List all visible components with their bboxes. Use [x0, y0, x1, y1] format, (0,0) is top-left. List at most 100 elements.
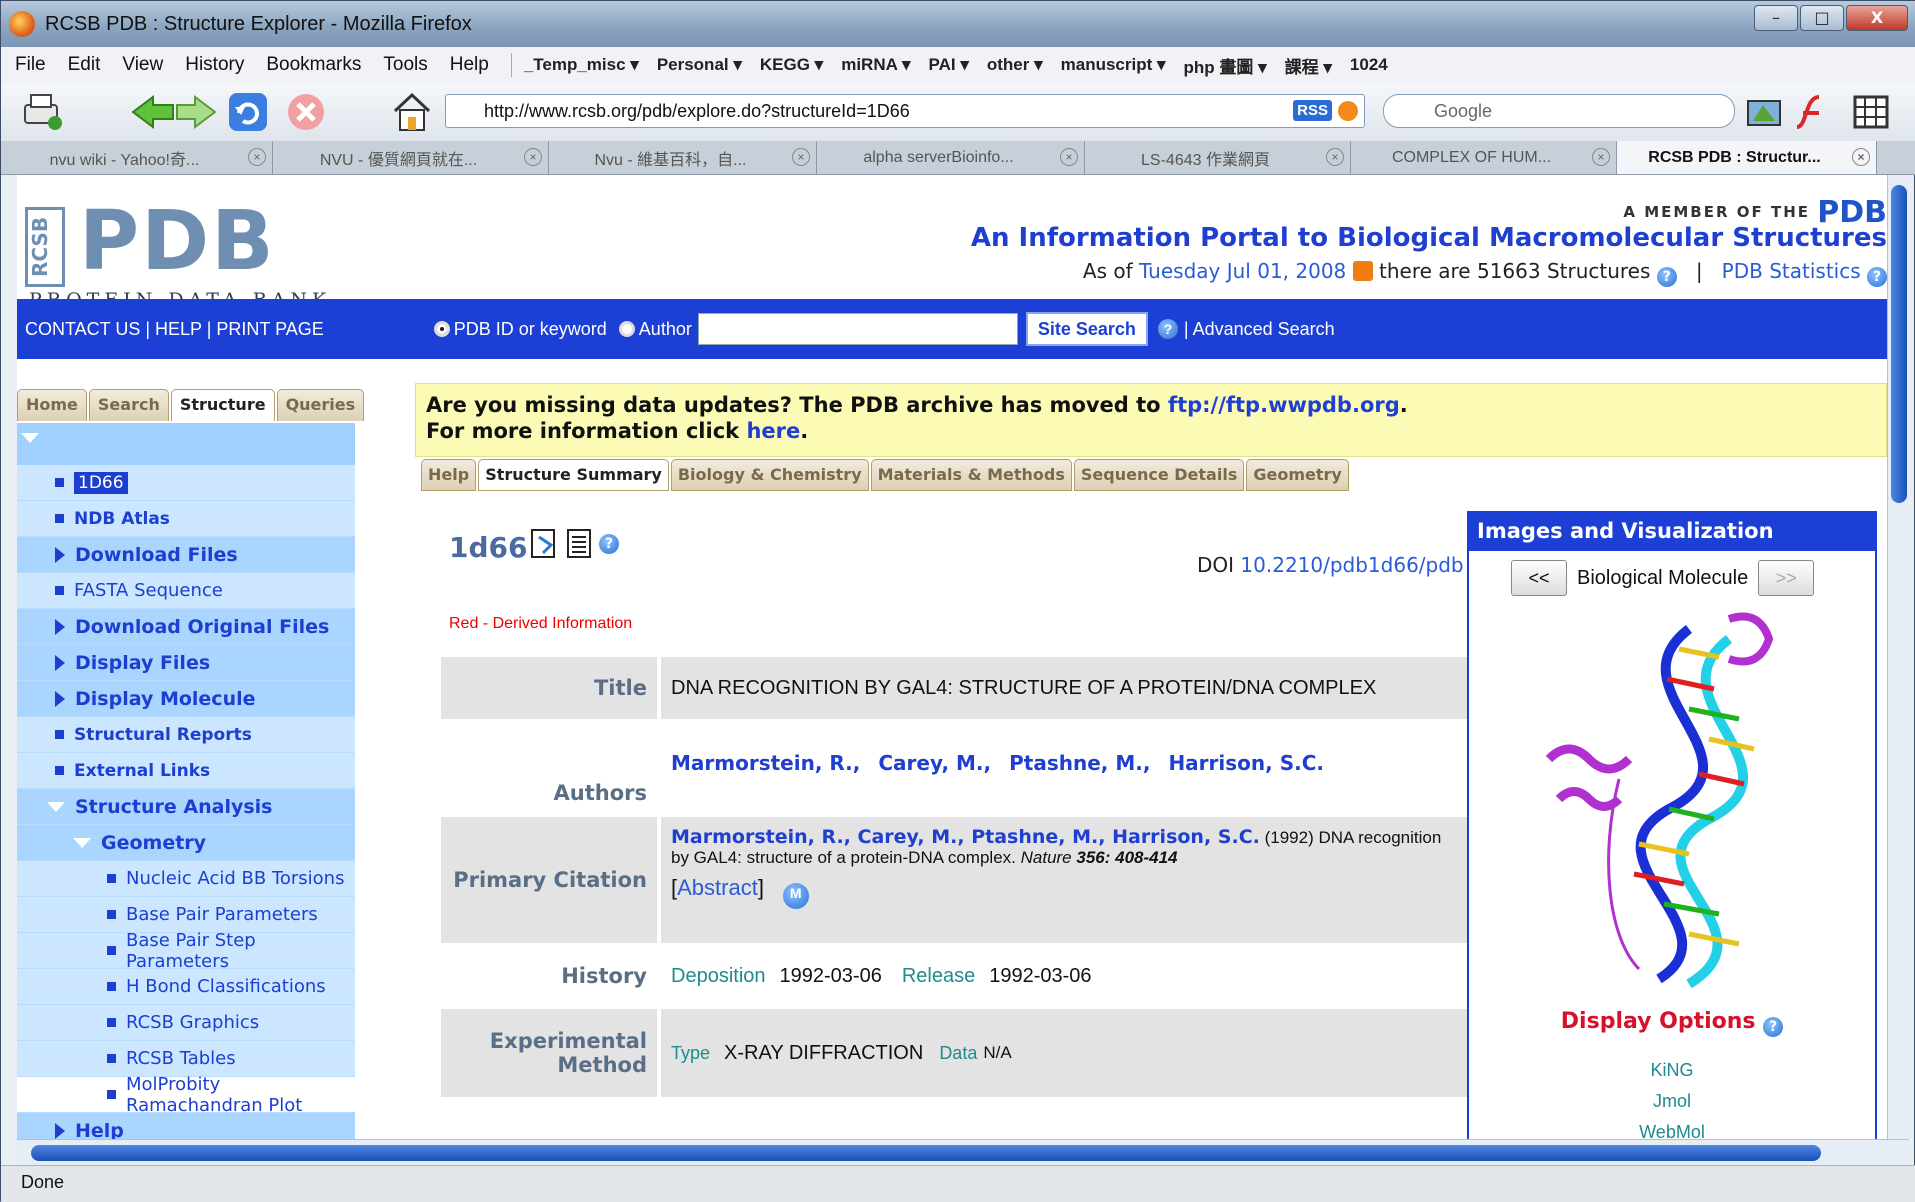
- tab-structure-summary[interactable]: Structure Summary: [478, 459, 669, 491]
- author-link[interactable]: Ptashne, M.,: [1009, 751, 1150, 775]
- scroll-thumb[interactable]: [1891, 185, 1907, 503]
- reload-icon[interactable]: [227, 91, 269, 133]
- nav-item-ndb-atlas[interactable]: NDB Atlas: [17, 501, 355, 537]
- tab-geometry[interactable]: Geometry: [1246, 459, 1349, 491]
- author-link[interactable]: Harrison, S.C.: [1168, 751, 1324, 775]
- abstract-link[interactable]: Abstract: [677, 875, 758, 900]
- menu-file[interactable]: File: [15, 54, 46, 76]
- close-tab-icon[interactable]: ×: [1326, 148, 1344, 166]
- tab-materials-methods[interactable]: Materials & Methods: [870, 459, 1072, 491]
- menu-tools[interactable]: Tools: [383, 54, 427, 76]
- nav-item-id[interactable]: 1D66: [17, 465, 355, 501]
- panel-header[interactable]: [17, 433, 355, 465]
- author-link[interactable]: Marmorstein, R.,: [671, 751, 860, 775]
- nav-item-h-bond-classifications[interactable]: H Bond Classifications: [17, 969, 355, 1005]
- pdb-statistics-link[interactable]: PDB Statistics: [1722, 259, 1861, 283]
- maximize-button[interactable]: □: [1800, 5, 1844, 31]
- bookmark-courses[interactable]: 課程 ▾: [1285, 53, 1332, 78]
- help-icon[interactable]: ?: [1157, 319, 1178, 339]
- tab-queries[interactable]: Queries: [276, 389, 365, 421]
- radio-icon[interactable]: [618, 320, 635, 337]
- date-link[interactable]: Tuesday Jul 01, 2008: [1139, 259, 1346, 283]
- pubmed-icon[interactable]: M: [782, 883, 809, 909]
- citation-authors-link[interactable]: Marmorstein, R., Carey, M., Ptashne, M.,…: [671, 826, 1260, 848]
- radio-author[interactable]: Author: [618, 319, 692, 340]
- rss-icon[interactable]: RSS: [1293, 100, 1332, 121]
- tab-structure[interactable]: Structure: [170, 389, 275, 421]
- home-icon[interactable]: [391, 91, 433, 133]
- back-forward-icon[interactable]: [129, 91, 219, 133]
- bookmark-pai[interactable]: PAI ▾: [929, 55, 969, 75]
- nav-item-download-original[interactable]: Download Original Files: [17, 609, 355, 645]
- tab-help[interactable]: Help: [421, 459, 477, 491]
- viewer-king-link[interactable]: KiNG: [1469, 1055, 1875, 1086]
- close-tab-icon[interactable]: ×: [1852, 148, 1870, 166]
- next-image-button[interactable]: >>: [1758, 560, 1815, 596]
- viewer-webmol-link[interactable]: WebMol: [1469, 1117, 1875, 1139]
- grid-icon[interactable]: [1851, 91, 1891, 133]
- nav-item-fasta[interactable]: FASTA Sequence: [17, 573, 355, 609]
- feed-icon[interactable]: [1338, 101, 1358, 121]
- menu-history[interactable]: History: [185, 54, 244, 76]
- addon-icon[interactable]: [1745, 91, 1783, 133]
- nav-item-molprobity[interactable]: MolProbity Ramachandran Plot: [17, 1074, 355, 1116]
- radio-selected-icon[interactable]: [433, 320, 450, 337]
- close-tab-icon[interactable]: ×: [524, 148, 542, 166]
- nav-item-help[interactable]: Help: [17, 1113, 355, 1139]
- here-link[interactable]: here: [746, 419, 800, 443]
- flash-icon[interactable]: [1791, 91, 1831, 133]
- browser-tab[interactable]: alpha serverBioinfo... ×: [817, 141, 1085, 174]
- prev-image-button[interactable]: <<: [1511, 560, 1567, 596]
- browser-tab[interactable]: NVU - 優質網頁就在... ×: [273, 141, 549, 174]
- bookmark-mirna[interactable]: miRNA ▾: [841, 55, 910, 75]
- rss-icon[interactable]: [1352, 261, 1373, 281]
- menu-help[interactable]: Help: [450, 54, 489, 76]
- nav-item-nucleic-acid-bb-torsions[interactable]: Nucleic Acid BB Torsions: [17, 861, 355, 897]
- help-icon[interactable]: ?: [1656, 267, 1677, 287]
- bookmark-kegg[interactable]: KEGG ▾: [760, 55, 823, 75]
- url-text[interactable]: http://www.rcsb.org/pdb/explore.do?struc…: [484, 101, 910, 122]
- radio-pdb-id[interactable]: PDB ID or keyword: [433, 319, 607, 340]
- nav-item-base-pair-parameters[interactable]: Base Pair Parameters: [17, 897, 355, 933]
- menu-edit[interactable]: Edit: [68, 54, 101, 76]
- nav-item-display-molecule[interactable]: Display Molecule: [17, 681, 355, 717]
- horizontal-scrollbar[interactable]: [17, 1139, 1909, 1165]
- help-icon[interactable]: ?: [599, 534, 619, 554]
- menu-view[interactable]: View: [122, 54, 163, 76]
- download-icon[interactable]: [531, 529, 559, 559]
- bookmark-php[interactable]: php 畫圖 ▾: [1184, 53, 1267, 78]
- document-icon[interactable]: [565, 529, 593, 559]
- site-search-input[interactable]: [697, 313, 1018, 345]
- doi-link[interactable]: 10.2210/pdb1d66/pdb: [1240, 553, 1463, 577]
- bookmark-manuscript[interactable]: manuscript ▾: [1061, 55, 1166, 75]
- scroll-thumb[interactable]: [31, 1145, 1821, 1161]
- nav-item-rcsb-tables[interactable]: RCSB Tables: [17, 1041, 355, 1077]
- minimize-button[interactable]: –: [1754, 5, 1798, 31]
- nav-item-display-files[interactable]: Display Files: [17, 645, 355, 681]
- advanced-search-link[interactable]: | Advanced Search: [1184, 319, 1335, 340]
- nav-item-external-links[interactable]: External Links: [17, 753, 355, 789]
- vertical-scrollbar[interactable]: [1887, 175, 1909, 1139]
- close-tab-icon[interactable]: ×: [1060, 148, 1078, 166]
- tab-home[interactable]: Home: [17, 389, 87, 421]
- viewer-jmol-link[interactable]: Jmol: [1469, 1086, 1875, 1117]
- browser-tab[interactable]: LS-4643 作業網頁 ×: [1085, 141, 1351, 174]
- print-icon[interactable]: [21, 91, 63, 133]
- pdb-logo[interactable]: RCSB PDB PROTEIN DATA BANK: [25, 199, 355, 311]
- web-search-input[interactable]: Google: [1383, 94, 1735, 128]
- browser-tab-active[interactable]: RCSB PDB : Structur... ×: [1617, 141, 1877, 174]
- bookmark-personal[interactable]: Personal ▾: [657, 55, 742, 75]
- stop-icon[interactable]: [285, 91, 327, 133]
- utility-links[interactable]: CONTACT US | HELP | PRINT PAGE: [25, 319, 324, 340]
- nav-item-base-pair-step-parameters[interactable]: Base Pair Step Parameters: [17, 930, 355, 972]
- tab-sequence-details[interactable]: Sequence Details: [1073, 459, 1245, 491]
- bookmark-temp-misc[interactable]: _Temp_misc ▾: [524, 55, 639, 75]
- ftp-link[interactable]: ftp://ftp.wwpdb.org: [1168, 393, 1400, 417]
- site-search-button[interactable]: Site Search: [1025, 312, 1148, 346]
- bookmark-other[interactable]: other ▾: [987, 55, 1043, 75]
- bookmark-1024[interactable]: 1024: [1350, 55, 1388, 75]
- tab-biology-chemistry[interactable]: Biology & Chemistry: [670, 459, 869, 491]
- help-icon[interactable]: ?: [1867, 267, 1887, 287]
- nav-item-structural-reports[interactable]: Structural Reports: [17, 717, 355, 753]
- tab-search[interactable]: Search: [88, 389, 169, 421]
